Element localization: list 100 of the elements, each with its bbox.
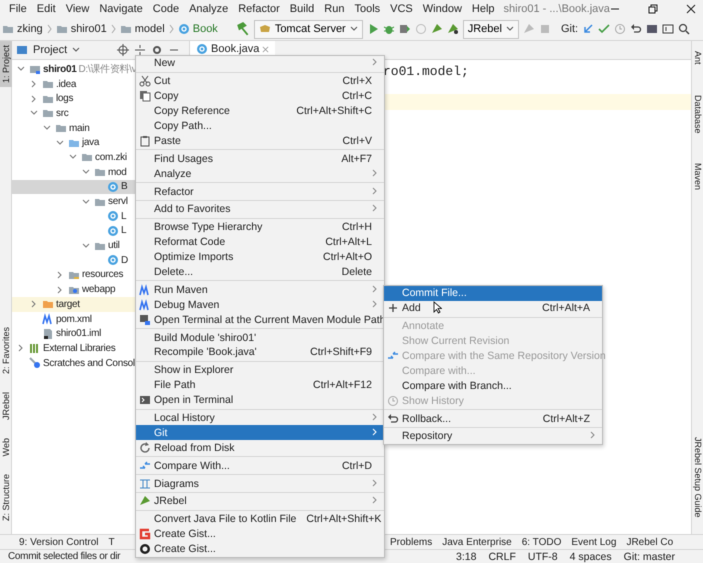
- menu-entry[interactable]: Edit: [32, 3, 61, 15]
- menu-item[interactable]: Paste Ctrl+V: [136, 133, 384, 148]
- chevron-right-icon: [110, 24, 116, 34]
- menu-item[interactable]: Add to Favorites: [136, 202, 384, 217]
- menu-item[interactable]: Delete... Delete: [136, 264, 384, 280]
- menu-item[interactable]: Find Usages Alt+F7: [136, 151, 384, 166]
- menu-entry[interactable]: Run: [319, 3, 350, 15]
- diagram-icon: [139, 478, 151, 490]
- menu-item[interactable]: Diagrams: [136, 476, 384, 492]
- menu-item[interactable]: Compare With... Ctrl+D: [136, 458, 384, 474]
- menu-entry[interactable]: Build: [284, 3, 320, 15]
- status-item[interactable]: 4 spaces: [564, 550, 618, 562]
- menu-item[interactable]: File Path Ctrl+Alt+F12: [136, 378, 384, 393]
- scissors-icon: [139, 75, 151, 88]
- status-item[interactable]: CRLF: [482, 550, 522, 562]
- panel-title[interactable]: Project: [33, 44, 68, 56]
- breadcrumb[interactable]: Book: [178, 23, 218, 35]
- chevron-down-icon: [72, 47, 80, 53]
- search-icon: [678, 23, 690, 35]
- tool-window-button[interactable]: Event Log: [566, 536, 622, 548]
- menu-item[interactable]: Optimize Imports Ctrl+Alt+O: [136, 250, 384, 265]
- menu-entry[interactable]: File: [4, 3, 32, 15]
- menu-entry[interactable]: Refactor: [233, 3, 285, 15]
- arrow-down-left-icon: [582, 23, 594, 35]
- menu-entry[interactable]: Navigate: [94, 3, 148, 15]
- menu-item[interactable]: Create Gist...: [136, 526, 384, 542]
- menu-item[interactable]: JRebel: [136, 494, 384, 509]
- breadcrumb[interactable]: zking: [2, 23, 43, 35]
- tool-window-button[interactable]: 9: Version Control: [14, 536, 104, 548]
- menu-item[interactable]: Compare with Branch...: [384, 378, 602, 394]
- menu-entry[interactable]: View: [60, 3, 94, 15]
- menu-item[interactable]: Repository: [384, 429, 602, 444]
- tool-window-tab[interactable]: Ant: [692, 47, 703, 69]
- menu-item[interactable]: Open in Terminal: [136, 392, 384, 408]
- chevron-right-icon: [168, 24, 174, 34]
- menu-entry[interactable]: Analyze: [184, 3, 234, 15]
- menu-item[interactable]: Refactor: [136, 184, 384, 200]
- clock-icon: [614, 23, 626, 35]
- tool-window-tab[interactable]: 1: Project: [0, 41, 12, 88]
- run-config-dropdown[interactable]: Tomcat Server: [254, 20, 363, 38]
- menu-item[interactable]: Convert Java File to Kotlin File Ctrl+Alt+Shift+K: [136, 512, 384, 527]
- menu-item[interactable]: Show in Explorer: [136, 362, 384, 378]
- tool-window-button[interactable]: JRebel Co: [621, 536, 678, 548]
- tool-window-button[interactable]: T: [104, 536, 120, 548]
- breadcrumb[interactable]: shiro01: [56, 23, 107, 35]
- class-icon: [107, 224, 119, 237]
- jrebel-run-icon: [430, 23, 443, 35]
- copy-icon: [139, 90, 151, 102]
- class-icon: [196, 43, 208, 55]
- collapse-icon: [134, 44, 146, 56]
- tool-window-tab[interactable]: JRebel Setup Guide: [692, 433, 703, 522]
- menu-item[interactable]: Git: [136, 425, 384, 440]
- chevron-down-icon: [506, 26, 514, 32]
- status-item[interactable]: UTF-8: [522, 550, 564, 562]
- tool-window-tab[interactable]: Database: [692, 90, 703, 138]
- tool-window-button[interactable]: Java Enterprise: [437, 536, 517, 548]
- tool-window-button[interactable]: 6: TODO: [516, 536, 566, 548]
- terminal-icon: [139, 394, 151, 406]
- menu-item[interactable]: Run Maven: [136, 282, 384, 298]
- menu-item[interactable]: Commit File...: [384, 286, 602, 301]
- status-item[interactable]: Git: master: [618, 550, 681, 562]
- menu-entry[interactable]: Code: [148, 3, 184, 15]
- menu-item[interactable]: Copy Ctrl+C: [136, 88, 384, 104]
- menu-entry[interactable]: VCS: [385, 3, 418, 15]
- menu-item[interactable]: Reload from Disk: [136, 440, 384, 456]
- tool-window-tab[interactable]: Z: Structure: [0, 470, 12, 526]
- menu-item[interactable]: Add Ctrl+Alt+A: [384, 300, 602, 316]
- tool-window-tab[interactable]: JRebel: [0, 388, 12, 424]
- menu-item[interactable]: Create Gist...: [136, 542, 384, 557]
- menu-item[interactable]: Browse Type Hierarchy Ctrl+H: [136, 220, 384, 235]
- menu-entry[interactable]: Help: [466, 3, 500, 15]
- menu-item[interactable]: Reformat Code Ctrl+Alt+L: [136, 234, 384, 250]
- status-item[interactable]: 3:18: [450, 550, 482, 562]
- tool-window-tab[interactable]: Web: [0, 434, 12, 460]
- undo-icon: [387, 412, 399, 425]
- menu-entry[interactable]: Window: [418, 3, 467, 15]
- checkmark-icon: [598, 23, 610, 35]
- menu-item[interactable]: Build Module 'shiro01': [136, 330, 384, 346]
- tool-window-tab[interactable]: 2: Favorites: [0, 323, 12, 378]
- mouse-pointer-icon: [433, 301, 442, 314]
- jrebel-icon: [522, 23, 535, 35]
- menu-item[interactable]: Analyze: [136, 166, 384, 182]
- restore-icon: [648, 4, 658, 14]
- menu-entry[interactable]: Tools: [349, 3, 386, 15]
- menu-item[interactable]: Copy Reference Ctrl+Alt+Shift+C: [136, 104, 384, 119]
- clipboard-icon: [139, 134, 151, 147]
- tool-window-tab[interactable]: Maven: [692, 159, 703, 194]
- tool-window-button[interactable]: Problems: [385, 536, 438, 548]
- menu-item[interactable]: Copy Path...: [136, 118, 384, 134]
- chevron-down-icon: [350, 26, 358, 32]
- menu-item[interactable]: Local History: [136, 410, 384, 426]
- maven-icon: [139, 298, 151, 311]
- menu-item[interactable]: Cut Ctrl+X: [136, 74, 384, 89]
- breadcrumb[interactable]: model: [120, 23, 165, 35]
- menu-item[interactable]: Recompile 'Book.java' Ctrl+Shift+F9: [136, 345, 384, 360]
- menu-item[interactable]: Rollback... Ctrl+Alt+Z: [384, 411, 602, 426]
- menu-item[interactable]: New: [136, 56, 384, 71]
- window-title: shiro01 - ...\Book.java: [502, 3, 610, 15]
- terminal-icon: [139, 314, 151, 326]
- jrebel-dropdown[interactable]: JRebel: [462, 20, 519, 38]
